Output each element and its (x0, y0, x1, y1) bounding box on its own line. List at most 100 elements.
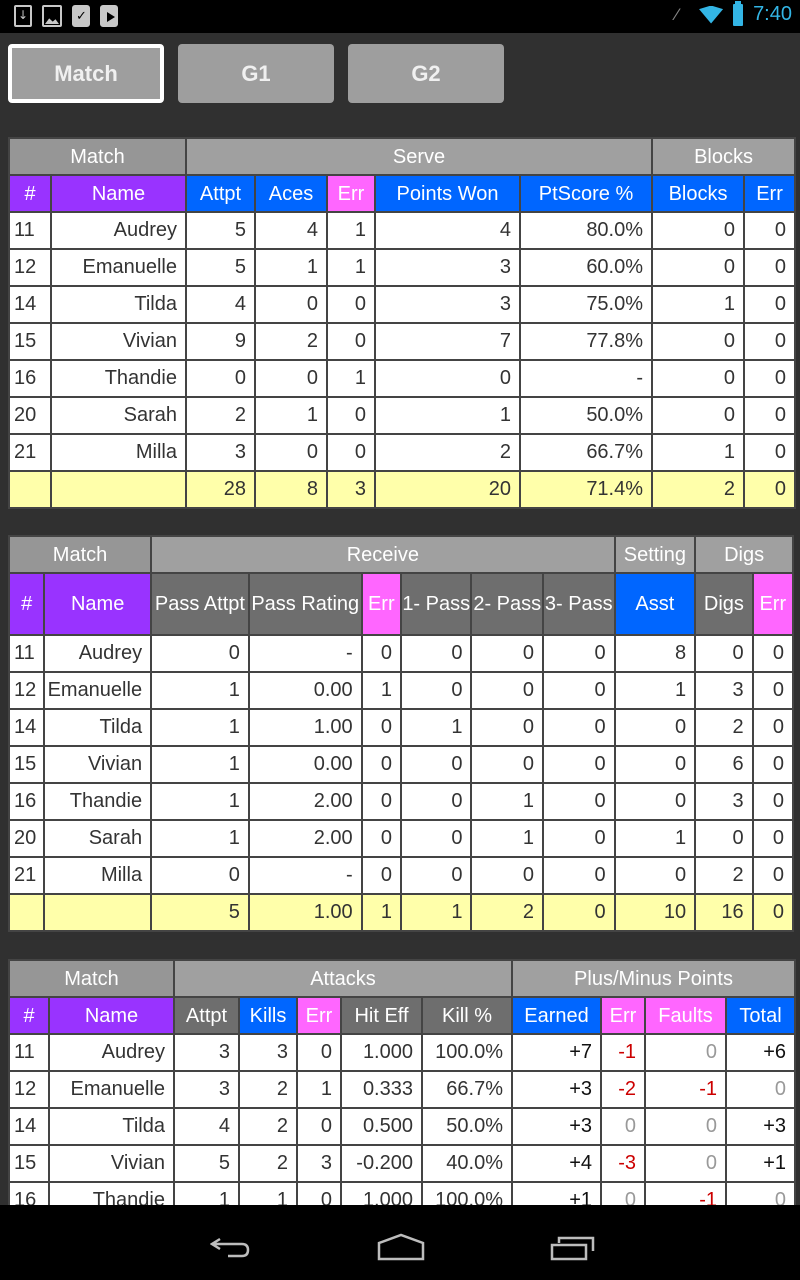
col-header-blocks[interactable]: Blocks (651, 174, 746, 213)
totals-row[interactable]: 5 1.00 1 1 2 0 10 16 0 (7, 893, 795, 932)
col-header-name[interactable]: Name (43, 572, 153, 636)
stat-cell: 0 (694, 819, 754, 858)
player-name: Vivian (48, 1144, 175, 1183)
stat-cell: +6 (724, 1033, 797, 1072)
col-header-kill-pct[interactable]: Kill % (421, 996, 513, 1035)
stat-cell: 0 (743, 248, 797, 287)
stat-cell: 10 (613, 893, 697, 932)
player-row[interactable]: 11 Audrey 3 3 0 1.000 100.0% +7 -1 0 +6 (8, 1033, 797, 1072)
stat-cell: 77.8% (518, 322, 654, 361)
col-header-block-err[interactable]: Err (743, 174, 797, 213)
back-icon[interactable] (210, 1233, 252, 1261)
col-header-attpt[interactable]: Attpt (173, 996, 240, 1035)
col-header-points-won[interactable]: Points Won (374, 174, 521, 213)
stat-cell: 2.00 (247, 819, 363, 858)
recent-apps-icon[interactable] (550, 1235, 596, 1261)
player-name (43, 893, 153, 932)
stat-cell: -3 (600, 1144, 646, 1183)
stat-cell: 0 (613, 745, 697, 784)
col-header-3-pass[interactable]: 3- Pass (542, 572, 616, 636)
player-number: 15 (8, 322, 52, 361)
col-header-1-pass[interactable]: 1- Pass (399, 572, 473, 636)
play-store-icon (100, 5, 118, 27)
stat-cell: 3 (374, 248, 521, 287)
col-header-earned[interactable]: Earned (511, 996, 602, 1035)
group-header-match: Match (8, 959, 175, 998)
col-header-number[interactable]: # (8, 996, 50, 1035)
player-row[interactable]: 15 Vivian 1 0.00 0 0 0 0 0 6 0 (7, 745, 795, 784)
tab-match[interactable]: Match (8, 44, 164, 103)
stat-cell: 2 (651, 470, 746, 509)
col-header-number[interactable]: # (8, 174, 52, 213)
player-row[interactable]: 21 Milla 3 0 0 2 66.7% 1 0 (8, 433, 797, 472)
stat-cell: 3 (374, 285, 521, 324)
player-number: 12 (8, 248, 52, 287)
col-header-pm-err[interactable]: Err (600, 996, 646, 1035)
home-icon[interactable] (377, 1233, 425, 1261)
col-header-err[interactable]: Err (326, 174, 376, 213)
player-name: Audrey (43, 634, 153, 673)
player-row[interactable]: 12 Emanuelle 5 1 1 3 60.0% 0 0 (8, 248, 797, 287)
stat-cell: 1 (651, 285, 746, 324)
col-header-err[interactable]: Err (360, 572, 402, 636)
player-row[interactable]: 16 Thandie 1 2.00 0 0 1 0 0 3 0 (7, 782, 795, 821)
col-header-hit-eff[interactable]: Hit Eff (340, 996, 423, 1035)
player-row[interactable]: 12 Emanuelle 3 2 1 0.333 66.7% +3 -2 -1 0 (8, 1070, 797, 1109)
player-name: Audrey (50, 211, 187, 250)
stat-cell: 0 (470, 634, 545, 673)
stat-cell: 0 (751, 634, 795, 673)
player-row[interactable]: 15 Vivian 5 2 3 -0.200 40.0% +4 -3 0 +1 (8, 1144, 797, 1183)
tab-g1[interactable]: G1 (178, 44, 334, 103)
stat-cell: 0 (185, 359, 256, 398)
stat-cell: 2.00 (247, 782, 363, 821)
stat-cell: 0 (470, 671, 545, 710)
player-number: 14 (7, 708, 46, 747)
player-row[interactable]: 11 Audrey 5 4 1 4 80.0% 0 0 (8, 211, 797, 250)
system-icons: ⁄ 7:40 (675, 0, 792, 26)
col-header-ptscore[interactable]: PtScore % (518, 174, 654, 213)
totals-row[interactable]: 28 8 3 20 71.4% 2 0 (8, 470, 797, 509)
player-name: Vivian (50, 322, 187, 361)
stat-cell: 0 (600, 1107, 646, 1146)
column-header-row: # Name Attpt Aces Err Points Won PtScore… (8, 174, 797, 213)
player-row[interactable]: 14 Tilda 4 2 0 0.500 50.0% +3 0 0 +3 (8, 1107, 797, 1146)
col-header-pass-rating[interactable]: Pass Rating (247, 572, 363, 636)
player-row[interactable]: 21 Milla 0-0 0 0 0 0 2 0 (7, 856, 795, 895)
tab-g2[interactable]: G2 (348, 44, 504, 103)
player-row[interactable]: 14 Tilda 4 0 0 3 75.0% 1 0 (8, 285, 797, 324)
col-header-pass-attpt[interactable]: Pass Attpt (150, 572, 250, 636)
stat-cell: 2 (694, 708, 754, 747)
col-header-2-pass[interactable]: 2- Pass (470, 572, 545, 636)
player-number: 12 (7, 671, 46, 710)
col-header-dig-err[interactable]: Err (751, 572, 795, 636)
player-row[interactable]: 16 Thandie 0 0 1 0-0 0 (8, 359, 797, 398)
player-number: 14 (8, 285, 52, 324)
col-header-kills[interactable]: Kills (238, 996, 298, 1035)
col-header-faults[interactable]: Faults (644, 996, 727, 1035)
col-header-asst[interactable]: Asst (613, 572, 697, 636)
player-row[interactable]: 20 Sarah 2 1 0 1 50.0% 0 0 (8, 396, 797, 435)
player-row[interactable]: 20 Sarah 1 2.00 0 0 1 0 1 0 0 (7, 819, 795, 858)
player-name: Sarah (50, 396, 187, 435)
col-header-err[interactable]: Err (296, 996, 342, 1035)
player-number: 15 (8, 1144, 50, 1183)
stat-cell: 1 (360, 671, 402, 710)
stat-cell: 50.0% (518, 396, 654, 435)
stat-cell: 1 (326, 359, 376, 398)
col-header-number[interactable]: # (7, 572, 46, 636)
col-header-aces[interactable]: Aces (254, 174, 328, 213)
player-row[interactable]: 11 Audrey 0-0 0 0 0 8 0 0 (7, 634, 795, 673)
col-header-total[interactable]: Total (724, 996, 797, 1035)
stat-cell: 0.500 (340, 1107, 423, 1146)
stat-cell: 0 (644, 1107, 727, 1146)
player-row[interactable]: 15 Vivian 9 2 0 7 77.8% 0 0 (8, 322, 797, 361)
player-row[interactable]: 12 Emanuelle 1 0.00 1 0 0 0 1 3 0 (7, 671, 795, 710)
stat-cell: 0 (743, 285, 797, 324)
image-icon (42, 5, 62, 27)
col-header-digs[interactable]: Digs (694, 572, 754, 636)
col-header-attpt[interactable]: Attpt (185, 174, 256, 213)
col-header-name[interactable]: Name (48, 996, 175, 1035)
stat-cell: - (247, 856, 363, 895)
col-header-name[interactable]: Name (50, 174, 187, 213)
player-row[interactable]: 14 Tilda 1 1.00 0 1 0 0 0 2 0 (7, 708, 795, 747)
